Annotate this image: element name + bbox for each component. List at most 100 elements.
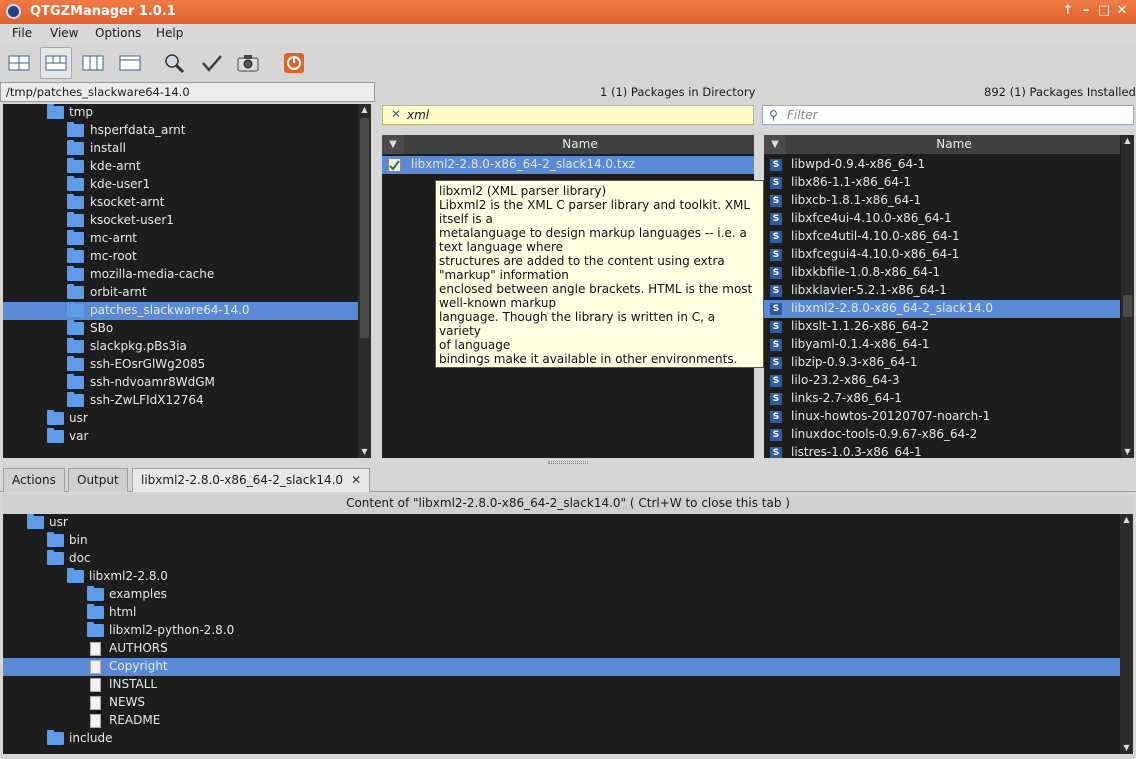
close-tab-icon[interactable]: ✕ — [351, 473, 361, 487]
tree-item[interactable]: ssh-ndvoamr8WdGM — [3, 374, 358, 392]
installed-package-row[interactable]: Slibxslt-1.1.26-x86_64-2 — [764, 318, 1120, 336]
package-row[interactable]: libxml2-2.8.0-x86_64-2_slack14.0.txz — [382, 156, 754, 174]
chevron-down-icon[interactable]: ▼ — [764, 135, 786, 154]
tree-item[interactable]: install — [3, 140, 358, 158]
installed-package-row[interactable]: Slistres-1.0.3-x86_64-1 — [764, 444, 1120, 458]
installed-package-row[interactable]: Slibxklavier-5.2.1-x86_64-1 — [764, 282, 1120, 300]
scroll-down-icon[interactable]: ▼ — [1121, 446, 1134, 458]
installed-package-row[interactable]: Slibyaml-0.1.4-x86_64-1 — [764, 336, 1120, 354]
tree-item[interactable]: var — [3, 428, 358, 446]
tree-item-selected[interactable]: patches_slackware64-14.0 — [3, 302, 358, 320]
tab-package-content[interactable]: libxml2-2.8.0-x86_64-2_slack14.0 ✕ — [132, 468, 371, 492]
view-layout-2-button[interactable] — [40, 47, 72, 79]
scroll-up-icon[interactable]: ▲ — [1120, 514, 1133, 526]
directory-path-field[interactable]: /tmp/patches_slackware64-14.0 — [0, 82, 375, 102]
content-tree-item[interactable]: README — [3, 712, 1120, 730]
content-tree-item[interactable]: usr — [3, 514, 1120, 532]
tree-item[interactable]: orbit-arnt — [3, 284, 358, 302]
installed-package-row[interactable]: Slibxcb-1.8.1-x86_64-1 — [764, 192, 1120, 210]
check-button[interactable] — [196, 47, 228, 79]
installed-package-row[interactable]: Slinks-2.7-x86_64-1 — [764, 390, 1120, 408]
tree-item[interactable]: mc-root — [3, 248, 358, 266]
menu-options[interactable]: Options — [95, 26, 141, 40]
content-tree-item[interactable]: html — [3, 604, 1120, 622]
tree-item[interactable]: tmp — [3, 104, 358, 122]
installed-package-row[interactable]: Slibxfcegui4-4.10.0-x86_64-1 — [764, 246, 1120, 264]
directory-scrollbar[interactable]: ▲ ▼ — [358, 104, 371, 458]
scroll-up-icon[interactable]: ▲ — [1121, 135, 1134, 147]
view-layout-1-button[interactable] — [3, 47, 35, 79]
close-icon[interactable]: ✕ — [1114, 3, 1130, 19]
clear-search-icon[interactable]: ✕ — [391, 107, 401, 121]
content-tree-item[interactable]: libxml2-2.8.0 — [3, 568, 1120, 586]
maximize-icon[interactable]: □ — [1096, 3, 1112, 19]
tree-item[interactable]: mc-arnt — [3, 230, 358, 248]
installed-package-row[interactable]: Slinux-howtos-20120707-noarch-1 — [764, 408, 1120, 426]
installed-package-row[interactable]: Slibxkbfile-1.0.8-x86_64-1 — [764, 264, 1120, 282]
installed-package-row[interactable]: Slibxfce4ui-4.10.0-x86_64-1 — [764, 210, 1120, 228]
tree-item[interactable]: kde-arnt — [3, 158, 358, 176]
content-tree-item[interactable]: libxml2-python-2.8.0 — [3, 622, 1120, 640]
content-tree-item[interactable]: bin — [3, 532, 1120, 550]
package-icon — [388, 158, 401, 172]
tree-item[interactable]: mozilla-media-cache — [3, 266, 358, 284]
content-tree-item[interactable]: AUTHORS — [3, 640, 1120, 658]
tree-item[interactable]: ksocket-arnt — [3, 194, 358, 212]
installed-packages-list[interactable]: ▼ Name Slibwpd-0.9.4-x86_64-1 Slibx86-1.… — [764, 135, 1134, 458]
directory-search-input[interactable]: ✕ xml — [382, 105, 754, 125]
tab-output[interactable]: Output — [68, 468, 128, 492]
tree-item[interactable]: slackpkg.pBs3ia — [3, 338, 358, 356]
tab-actions[interactable]: Actions — [3, 468, 65, 492]
installed-package-row[interactable]: Slibx86-1.1-x86_64-1 — [764, 174, 1120, 192]
content-tree-item[interactable]: NEWS — [3, 694, 1120, 712]
installed-scrollbar[interactable]: ▲ ▼ — [1121, 135, 1134, 458]
tree-item[interactable]: hsperfdata_arnt — [3, 122, 358, 140]
tree-item[interactable]: ssh-ZwLFIdX12764 — [3, 392, 358, 410]
menu-help[interactable]: Help — [156, 26, 183, 40]
column-header[interactable]: ▼ Name — [764, 135, 1120, 154]
folder-icon — [67, 568, 84, 583]
minimize-icon[interactable]: – — [1078, 3, 1094, 19]
menu-view[interactable]: View — [50, 26, 78, 40]
content-tree-item[interactable]: examples — [3, 586, 1120, 604]
scroll-thumb[interactable] — [360, 118, 369, 338]
menu-file[interactable]: File — [12, 26, 32, 40]
scroll-down-icon[interactable]: ▼ — [358, 446, 371, 458]
installed-package-row[interactable]: Slibwpd-0.9.4-x86_64-1 — [764, 156, 1120, 174]
installed-filter-input[interactable]: ⚲ Filter — [762, 105, 1134, 125]
package-content-tree[interactable]: usr bin doc libxml2-2.8.0 examples html … — [3, 514, 1133, 754]
installed-package-row-selected[interactable]: Slibxml2-2.8.0-x86_64-2_slack14.0 — [764, 300, 1120, 318]
snapshot-button[interactable] — [232, 47, 264, 79]
tree-item[interactable]: SBo — [3, 320, 358, 338]
tree-item[interactable]: ssh-EOsrGlWg2085 — [3, 356, 358, 374]
content-tree-item-selected[interactable]: Copyright — [3, 658, 1120, 676]
keep-above-icon[interactable]: ↑ — [1060, 3, 1076, 19]
content-tree-item[interactable]: include — [3, 730, 1120, 748]
tree-item[interactable]: kde-user1 — [3, 176, 358, 194]
content-scrollbar[interactable]: ▲ ▼ — [1120, 514, 1133, 754]
chevron-down-icon[interactable]: ▼ — [382, 135, 404, 154]
scroll-down-icon[interactable]: ▼ — [1120, 742, 1133, 754]
installed-package-row[interactable]: Slibzip-0.9.3-x86_64-1 — [764, 354, 1120, 372]
view-layout-4-button[interactable] — [114, 47, 146, 79]
slackware-package-icon: S — [770, 303, 782, 315]
exit-button[interactable] — [278, 47, 310, 79]
find-button[interactable] — [158, 47, 190, 79]
scroll-up-icon[interactable]: ▲ — [358, 104, 371, 116]
content-tree-item[interactable]: INSTALL — [3, 676, 1120, 694]
scroll-thumb[interactable] — [1123, 295, 1132, 317]
file-icon — [90, 678, 101, 692]
content-tree-item[interactable]: doc — [3, 550, 1120, 568]
directory-tree[interactable]: tmp hsperfdata_arnt install kde-arnt kde… — [3, 104, 371, 458]
view-layout-3-button[interactable] — [77, 47, 109, 79]
installed-package-row[interactable]: Slinuxdoc-tools-0.9.67-x86_64-2 — [764, 426, 1120, 444]
slackware-package-icon: S — [770, 357, 782, 369]
splitter-handle[interactable] — [548, 461, 588, 464]
tree-item[interactable]: usr — [3, 410, 358, 428]
tree-item[interactable]: ksocket-user1 — [3, 212, 358, 230]
installed-package-row[interactable]: Slibxfce4util-4.10.0-x86_64-1 — [764, 228, 1120, 246]
column-header[interactable]: ▼ Name — [382, 135, 754, 154]
view-layout-1-icon — [8, 55, 30, 71]
folder-icon — [87, 622, 104, 637]
installed-package-row[interactable]: Slilo-23.2-x86_64-3 — [764, 372, 1120, 390]
